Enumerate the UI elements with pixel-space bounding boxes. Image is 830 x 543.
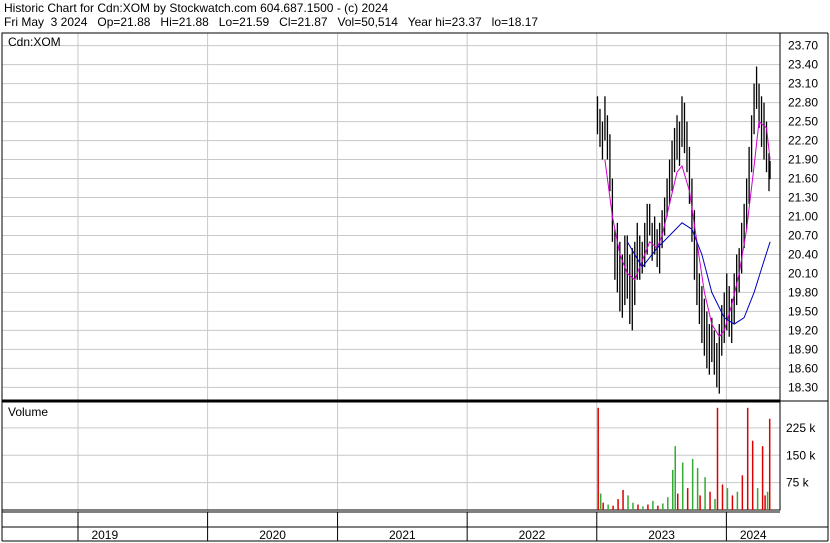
price-tick-label: 19.80 (788, 285, 818, 299)
volume-bars (597, 407, 771, 510)
axis-labels: 23.70 23.40 23.10 22.80 22.50 22.20 21.90 21.60… (91, 39, 818, 542)
symbol-label: Cdn:XOM (8, 35, 61, 49)
price-tick-label: 22.20 (788, 134, 818, 148)
price-tick-label: 18.30 (788, 380, 818, 394)
year-label: 2022 (519, 528, 546, 542)
price-tick-label: 18.90 (788, 342, 818, 356)
price-tick-label: 21.90 (788, 153, 818, 167)
volume-tick-label: 150 k (786, 448, 816, 462)
price-tick-label: 18.60 (788, 361, 818, 375)
year-label: 2023 (648, 528, 675, 542)
price-tick-label: 19.50 (788, 304, 818, 318)
year-label: 2020 (259, 528, 286, 542)
year-label: 2019 (91, 528, 118, 542)
price-tick-label: 22.50 (788, 115, 818, 129)
price-tick-label: 21.60 (788, 172, 818, 186)
price-tick-label: 20.40 (788, 247, 818, 261)
price-tick-label: 23.40 (788, 58, 818, 72)
year-label: 2024 (740, 528, 767, 542)
year-label: 2021 (389, 528, 416, 542)
price-tick-label: 23.70 (788, 39, 818, 53)
volume-tick-label: 225 k (786, 421, 816, 435)
price-tick-label: 21.30 (788, 191, 818, 205)
volume-label: Volume (8, 405, 49, 419)
price-tick-label: 20.10 (788, 266, 818, 280)
price-tick-label: 20.70 (788, 228, 818, 242)
price-tick-label: 23.10 (788, 77, 818, 91)
chart-svg: 23.70 23.40 23.10 22.80 22.50 22.20 21.90 21.60… (1, 32, 829, 542)
chart-root: Historic Chart for Cdn:XOM by Stockwatch… (0, 0, 830, 543)
price-tick-label: 21.00 (788, 210, 818, 224)
grid-lines (2, 33, 780, 541)
price-bars (596, 66, 771, 394)
price-tick-label: 19.20 (788, 323, 818, 337)
volume-tick-label: 75 k (786, 476, 810, 490)
price-tick-label: 22.80 (788, 96, 818, 110)
volume-panel-frame (1, 401, 781, 511)
